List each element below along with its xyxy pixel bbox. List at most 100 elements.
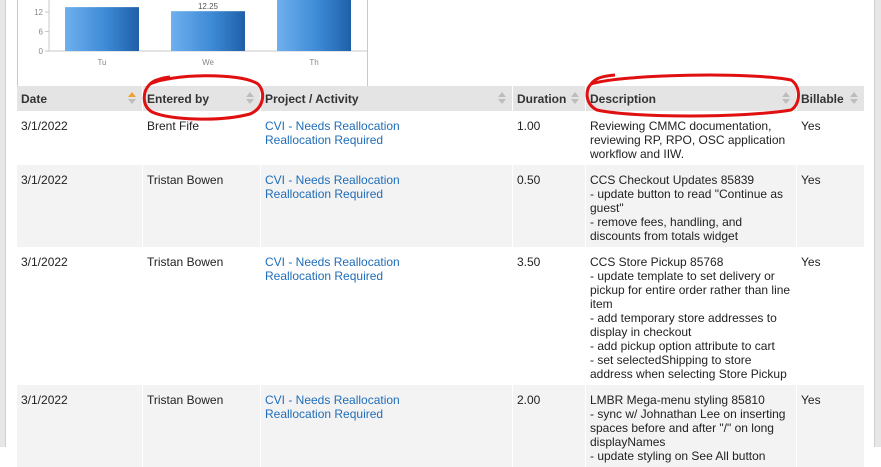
column-header-label: Description <box>590 91 657 106</box>
cell-duration: 0.50 <box>513 165 586 247</box>
sort-down-icon <box>850 99 858 104</box>
column-header-label: Billable <box>801 91 844 106</box>
bar-we[interactable] <box>171 11 245 51</box>
column-header-entered-by[interactable]: Entered by <box>143 86 261 111</box>
column-header-label: Date <box>21 91 48 106</box>
bar-tu[interactable] <box>65 7 139 51</box>
sort-down-icon <box>128 99 136 104</box>
sort-arrows-icon[interactable] <box>782 92 790 106</box>
cell-date: 3/1/2022 <box>17 385 143 467</box>
cell-entered-by: Brent Fife <box>143 111 261 165</box>
activity-link[interactable]: Reallocation Required <box>265 187 383 201</box>
sort-up-icon <box>571 92 579 97</box>
description-line: LMBR Mega-menu styling 85810 <box>590 393 765 407</box>
description-line: - update template to set delivery or <box>590 269 775 283</box>
description-line: - set selectedShipping to store <box>590 353 752 367</box>
cell-date: 3/1/2022 <box>17 111 143 165</box>
cell-duration: 3.50 <box>513 247 586 385</box>
project-link[interactable]: CVI - Needs Reallocation <box>265 393 400 407</box>
description-line: CCS Store Pickup 85768 <box>590 255 724 269</box>
sort-arrows-icon[interactable] <box>246 92 254 106</box>
project-link[interactable]: CVI - Needs Reallocation <box>265 255 400 269</box>
description-line: address when selecting Store Pickup <box>590 367 787 381</box>
cell-billable: Yes <box>797 165 865 247</box>
cell-billable: Yes <box>797 111 865 165</box>
right-frame <box>874 0 881 447</box>
column-header-label: Entered by <box>147 91 210 106</box>
cell-project-activity: CVI - Needs Reallocation Reallocation Req… <box>261 385 513 467</box>
sort-arrows-icon[interactable] <box>571 92 579 106</box>
x-tick-label: We <box>202 58 214 67</box>
left-frame <box>0 0 6 447</box>
cell-date: 3/1/2022 <box>17 247 143 385</box>
column-header-billable[interactable]: Billable <box>797 86 865 111</box>
cell-project-activity: CVI - Needs Reallocation Reallocation Req… <box>261 111 513 165</box>
column-header-label: Project / Activity <box>265 91 359 106</box>
project-link[interactable]: CVI - Needs Reallocation <box>265 119 400 133</box>
table-row: 3/1/2022 Brent Fife CVI - Needs Reallocati… <box>17 111 865 165</box>
column-header-project-activity[interactable]: Project / Activity <box>261 86 513 111</box>
description-line: pickup for entire order rather than line <box>590 283 791 297</box>
activity-link[interactable]: Reallocation Required <box>265 269 383 283</box>
project-link[interactable]: CVI - Needs Reallocation <box>265 173 400 187</box>
sort-down-icon <box>246 99 254 104</box>
sort-arrows-icon[interactable] <box>128 92 136 106</box>
column-header-date[interactable]: Date <box>17 86 143 111</box>
table-row: 3/1/2022 Tristan Bowen CVI - Needs Realloc… <box>17 165 865 247</box>
bar-data-label: 12.25 <box>198 2 219 11</box>
cell-duration: 2.00 <box>513 385 586 467</box>
column-header-label: Duration <box>517 91 567 106</box>
description-line: - remove fees, handling, and <box>590 215 743 229</box>
activity-link[interactable]: Reallocation Required <box>265 133 383 147</box>
description-line: discounts from totals widget <box>590 229 739 243</box>
column-header-description[interactable]: Description <box>586 86 797 111</box>
sort-arrows-icon[interactable] <box>850 92 858 106</box>
y-tick-label: 6 <box>39 28 44 37</box>
description-line: - sync w/ Johnathan Lee on inserting <box>590 407 786 421</box>
cell-project-activity: CVI - Needs Reallocation Reallocation Req… <box>261 165 513 247</box>
sort-down-icon <box>782 99 790 104</box>
table-row: 3/1/2022 Tristan Bowen CVI - Needs Realloc… <box>17 385 865 467</box>
timesheet-table: Date Entered by Project / Activity Duration… <box>17 86 865 467</box>
cell-description: Reviewing CMMC documentation, reviewing R… <box>586 111 797 165</box>
sort-up-icon <box>498 92 506 97</box>
cell-date: 3/1/2022 <box>17 165 143 247</box>
y-tick-label: 12 <box>34 8 43 17</box>
cell-billable: Yes <box>797 385 865 467</box>
description-line: CCS Checkout Updates 85839 <box>590 173 755 187</box>
cell-description: CCS Store Pickup 85768- update template … <box>586 247 797 385</box>
description-line: spaces before and after "/" on long <box>590 421 774 435</box>
sort-up-icon <box>246 92 254 97</box>
sort-arrows-icon[interactable] <box>498 92 506 106</box>
sort-up-icon <box>128 92 136 97</box>
cell-description: LMBR Mega-menu styling 85810- sync w/ Jo… <box>586 385 797 467</box>
description-line: guest" <box>590 201 624 215</box>
description-line: reviewing RP, RPO, OSC application <box>590 133 786 147</box>
table-row: 3/1/2022 Tristan Bowen CVI - Needs Realloc… <box>17 247 865 385</box>
x-tick-label: Th <box>309 58 318 67</box>
sort-up-icon <box>782 92 790 97</box>
chart-canvas: 0 6 12 Tu We 12.25 Th <box>34 0 367 67</box>
description-line: - update button to read "Continue as <box>590 187 784 201</box>
table-header-row: Date Entered by Project / Activity Duration… <box>17 86 865 111</box>
description-line: item <box>590 297 613 311</box>
cell-entered-by: Tristan Bowen <box>143 247 261 385</box>
y-tick-label: 0 <box>39 47 44 56</box>
cell-project-activity: CVI - Needs Reallocation Reallocation Req… <box>261 247 513 385</box>
description-line: - add temporary store addresses to <box>590 311 777 325</box>
description-line: - update styling on See All button <box>590 449 766 463</box>
cell-duration: 1.00 <box>513 111 586 165</box>
cell-entered-by: Tristan Bowen <box>143 165 261 247</box>
description-line: display in checkout <box>590 325 692 339</box>
x-tick-label: Tu <box>97 58 106 67</box>
bar-th[interactable] <box>277 0 351 51</box>
description-line: Reviewing CMMC documentation, <box>590 119 772 133</box>
sort-up-icon <box>850 92 858 97</box>
activity-link[interactable]: Reallocation Required <box>265 407 383 421</box>
description-line: - add pickup option attribute to cart <box>590 339 775 353</box>
sort-down-icon <box>498 99 506 104</box>
description-line: workflow and IIW. <box>590 147 685 161</box>
cell-billable: Yes <box>797 247 865 385</box>
column-header-duration[interactable]: Duration <box>513 86 586 111</box>
hours-bar-chart: 0 6 12 Tu We 12.25 Th <box>17 0 368 87</box>
